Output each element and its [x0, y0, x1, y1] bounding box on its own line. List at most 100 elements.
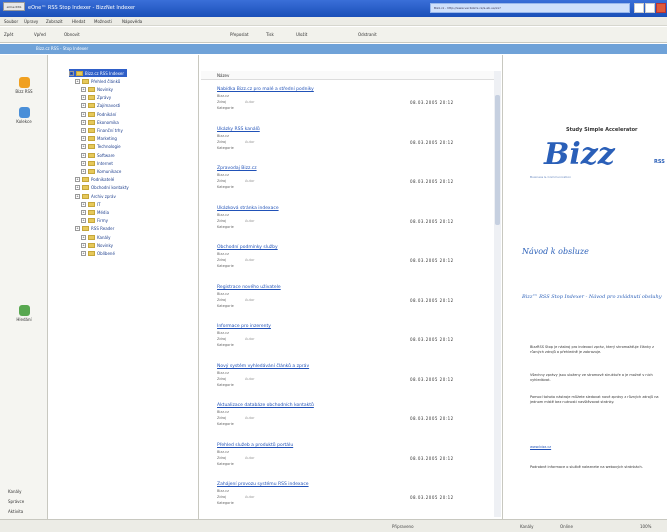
tree-node[interactable]: + Finanční trhy: [81, 126, 123, 134]
message-item[interactable]: Ukázky RSS kanálů Bizz.cz Zdroj Autor Katego…: [217, 127, 487, 165]
menu-options[interactable]: Možnosti: [94, 19, 112, 24]
tree-node[interactable]: + Zprávy: [81, 94, 111, 102]
scrollbar-thumb[interactable]: [495, 95, 500, 225]
message-field-label: Zdroj: [217, 416, 227, 420]
tree-node[interactable]: + Podnikání: [81, 110, 116, 118]
message-item[interactable]: Obchodní podmínky služby Bizz.cz Zdroj Auto…: [217, 245, 487, 283]
menu-help[interactable]: Nápověda: [122, 19, 142, 24]
maximize-button[interactable]: [645, 3, 655, 13]
expand-icon[interactable]: +: [81, 250, 86, 256]
tree-node[interactable]: + Novinky: [81, 241, 113, 249]
expand-icon[interactable]: +: [75, 177, 80, 183]
tree-node[interactable]: + Technologie: [81, 143, 121, 151]
delete-dropdown[interactable]: Odstranit: [358, 32, 377, 37]
message-subject[interactable]: Nabídka Bizz.cz pro malé a střední podni…: [217, 87, 314, 92]
minimize-button[interactable]: [634, 3, 644, 13]
expand-icon[interactable]: +: [81, 209, 86, 215]
expand-icon[interactable]: +: [81, 127, 86, 133]
message-subject[interactable]: Registrace nového uživatele: [217, 285, 281, 290]
expand-icon[interactable]: +: [75, 78, 80, 84]
message-subject[interactable]: Ukázková stránka indexace: [217, 206, 279, 211]
nav-rss[interactable]: Bizz RSS: [4, 77, 44, 94]
tree-node[interactable]: + Internet: [81, 159, 113, 167]
tree-node[interactable]: + Archiv zpráv: [75, 192, 116, 200]
expand-icon[interactable]: +: [81, 103, 86, 109]
expand-icon[interactable]: +: [81, 218, 86, 224]
message-author: Autor: [245, 376, 255, 381]
message-subject[interactable]: Obchodní podmínky služby: [217, 245, 278, 250]
expand-icon[interactable]: +: [81, 95, 86, 101]
message-subject[interactable]: Zahájení provozu systému RSS indexace: [217, 482, 309, 487]
tree-node[interactable]: + Média: [81, 208, 109, 216]
tree-node-label: Bizz.cz RSS Indexer: [85, 70, 125, 76]
address-field[interactable]: Bizz.cz - http://www.vecbizzni.cz/a.ab.u…: [430, 3, 630, 13]
preview-link[interactable]: www.bizz.cz: [530, 445, 551, 449]
tree-node[interactable]: + Oblíbené: [81, 249, 115, 257]
expand-icon[interactable]: +: [81, 201, 86, 207]
tree-node[interactable]: + Ekonomika: [81, 118, 119, 126]
menu-edit[interactable]: Úpravy: [24, 19, 38, 24]
expand-icon[interactable]: +: [81, 144, 86, 150]
message-subject[interactable]: Zpravodaj Bizz.cz: [217, 166, 257, 171]
tree-node[interactable]: + Podnikatelé: [75, 176, 114, 184]
message-item[interactable]: Zahájení provozu systému RSS indexace Biz…: [217, 482, 487, 520]
tree-node[interactable]: + Komunikace: [81, 167, 121, 175]
close-button[interactable]: [656, 3, 666, 13]
nav-manager[interactable]: Správce: [8, 499, 24, 504]
expand-icon[interactable]: +: [81, 160, 86, 166]
expand-icon[interactable]: +: [81, 168, 86, 174]
tree-node[interactable]: + Marketing: [81, 135, 117, 143]
expand-icon[interactable]: +: [81, 242, 86, 248]
print-button[interactable]: Tisk: [266, 32, 274, 37]
expand-icon[interactable]: +: [81, 111, 86, 117]
message-item[interactable]: Přehled služeb a produktů portálu Bizz.cz…: [217, 443, 487, 481]
tree-node[interactable]: + Novinky: [81, 85, 113, 93]
menu-view[interactable]: Zobrazit: [46, 19, 63, 24]
message-subject[interactable]: Aktualizace databáze obchodních kontaktů: [217, 403, 314, 408]
tree-node[interactable]: + Obchodní kontakty: [75, 184, 129, 192]
message-date: 08.03.2005 20:12: [410, 258, 454, 263]
expand-icon[interactable]: +: [81, 152, 86, 158]
tree-node[interactable]: + Firmy: [81, 217, 108, 225]
tree-node[interactable]: + Přehled článků: [75, 77, 120, 85]
folder-icon: [88, 168, 95, 174]
menu-search[interactable]: Hledat: [72, 19, 85, 24]
message-item[interactable]: Zpravodaj Bizz.cz Bizz.cz Zdroj Autor Katego…: [217, 166, 487, 204]
nav-kolekce[interactable]: Kolekce: [4, 107, 44, 124]
message-item[interactable]: Registrace nového uživatele Bizz.cz Zdroj A…: [217, 285, 487, 323]
forward-message-button[interactable]: Přeposlat: [230, 32, 249, 37]
expand-icon[interactable]: +: [75, 193, 80, 199]
message-item[interactable]: Nový systém vyhledávání článků a zpráv Bi…: [217, 364, 487, 402]
tree-node[interactable]: + Bizz.cz RSS Indexer: [69, 69, 128, 77]
message-item[interactable]: Informace pro inzerenty Bizz.cz Zdroj Autor…: [217, 324, 487, 362]
expand-icon[interactable]: +: [75, 185, 80, 191]
expand-icon[interactable]: +: [81, 234, 86, 240]
expand-icon[interactable]: +: [75, 226, 80, 232]
message-item[interactable]: Aktualizace databáze obchodních kontaktů…: [217, 403, 487, 441]
nav-activity[interactable]: Aktivita: [8, 509, 23, 514]
tree-node[interactable]: + Zajímavosti: [81, 102, 120, 110]
back-button[interactable]: Zpět: [4, 32, 13, 37]
save-button[interactable]: Uložit: [296, 32, 307, 37]
expand-icon[interactable]: +: [81, 119, 86, 125]
tree-node[interactable]: + Software: [81, 151, 115, 159]
preview-heading: Návod k obsluze: [522, 247, 589, 256]
expand-icon[interactable]: +: [69, 70, 74, 76]
column-title[interactable]: Název: [217, 73, 229, 78]
message-subject[interactable]: Informace pro inzerenty: [217, 324, 271, 329]
expand-icon[interactable]: +: [81, 136, 86, 142]
message-subject[interactable]: Nový systém vyhledávání článků a zpráv: [217, 364, 309, 369]
forward-button[interactable]: Vpřed: [34, 32, 46, 37]
tree-node[interactable]: + IT: [81, 200, 101, 208]
nav-search[interactable]: Hledání: [4, 305, 44, 322]
message-subject[interactable]: Přehled služeb a produktů portálu: [217, 443, 293, 448]
message-item[interactable]: Ukázková stránka indexace Bizz.cz Zdroj Aut…: [217, 206, 487, 244]
message-item[interactable]: Nabídka Bizz.cz pro malé a střední podni…: [217, 87, 487, 125]
menu-file[interactable]: Soubor: [4, 19, 18, 24]
tree-node[interactable]: + RSS Reader: [75, 225, 114, 233]
nav-channels[interactable]: Kanály: [8, 489, 21, 494]
expand-icon[interactable]: +: [81, 86, 86, 92]
message-subject[interactable]: Ukázky RSS kanálů: [217, 127, 260, 132]
refresh-button[interactable]: Obnovit: [64, 32, 80, 37]
tree-node[interactable]: + Kanály: [81, 233, 110, 241]
